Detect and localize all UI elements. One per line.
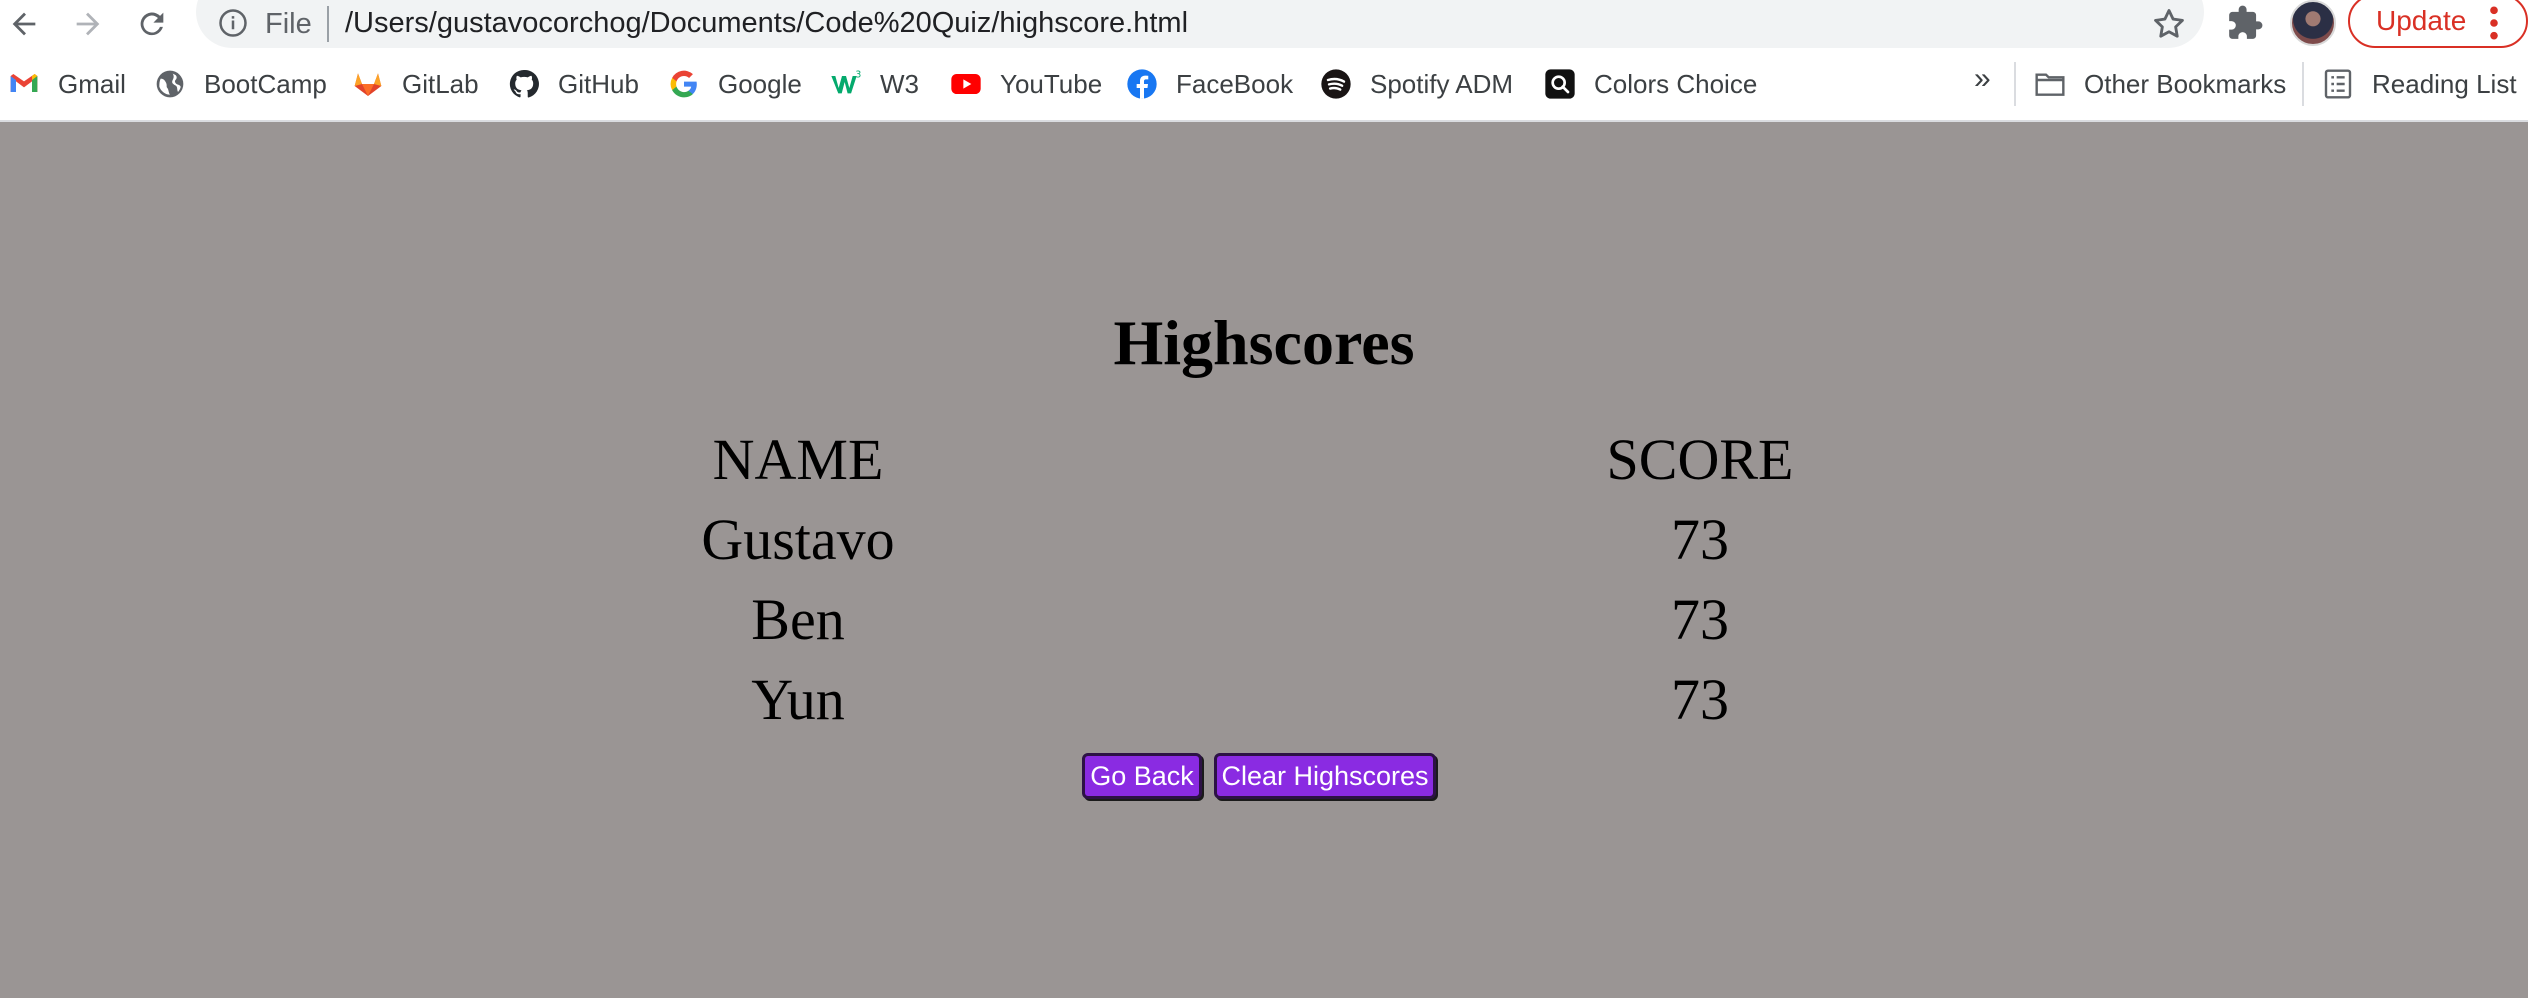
page-content: Highscores NAME SCORE Gustavo 73 Ben 73 …: [0, 122, 2528, 998]
bookmark-label: BootCamp: [204, 68, 327, 99]
table-row-score: 73: [1671, 507, 1729, 572]
bookmark-label: Colors Choice: [1594, 68, 1758, 99]
bookmark-label: GitLab: [402, 68, 479, 99]
star-icon[interactable]: [2150, 5, 2188, 43]
bookmark-label: Gmail: [58, 68, 126, 99]
bookmark-youtube[interactable]: YouTube: [950, 48, 1102, 120]
bookmark-google[interactable]: Google: [668, 48, 802, 120]
bookmark-label: GitHub: [558, 68, 639, 99]
gmail-icon: [10, 74, 38, 92]
table-row-score: 73: [1671, 587, 1729, 652]
update-label: Update: [2376, 5, 2467, 36]
colors-choice-icon: [1545, 69, 1575, 99]
svg-text:3: 3: [855, 69, 861, 80]
arrow-right-icon: [76, 12, 100, 36]
reading-list-icon: [2324, 69, 2352, 99]
info-icon[interactable]: [218, 8, 248, 38]
bookmark-label: Other Bookmarks: [2084, 68, 2287, 99]
file-scheme-label: File: [265, 8, 312, 40]
youtube-icon: [951, 74, 981, 94]
bookmark-label: FaceBook: [1176, 68, 1294, 99]
bookmarks-bar: Gmail BootCamp GitLab GitHub Google 3 W3…: [0, 48, 2528, 122]
bookmark-w3[interactable]: 3 W3: [830, 48, 919, 120]
back-button[interactable]: [0, 0, 48, 48]
address-divider: [327, 6, 329, 42]
bookmark-colors-choice[interactable]: Colors Choice: [1544, 48, 1757, 120]
bookmark-github[interactable]: GitHub: [508, 48, 639, 120]
spotify-icon: [1321, 69, 1351, 99]
table-row-name: Yun: [751, 667, 845, 732]
gitlab-icon: [354, 73, 382, 96]
w3-icon: 3: [831, 69, 861, 94]
facebook-icon: [1127, 69, 1157, 99]
clear-highscores-button[interactable]: Clear Highscores: [1214, 753, 1436, 799]
google-icon: [670, 70, 697, 98]
page-title: Highscores: [1113, 307, 1415, 378]
browser-toolbar: File /Users/gustavocorchog/Documents/Cod…: [0, 0, 2528, 48]
bookmark-spotify-adm[interactable]: Spotify ADM: [1320, 48, 1513, 120]
bookmark-label: Reading List: [2372, 68, 2517, 99]
go-back-button[interactable]: Go Back: [1082, 753, 1202, 799]
name-header: NAME: [712, 427, 884, 492]
folder-icon: [2035, 73, 2065, 96]
table-row-name: Gustavo: [701, 507, 895, 572]
update-button[interactable]: Update: [2348, 0, 2528, 48]
url-text[interactable]: /Users/gustavocorchog/Documents/Code%20Q…: [345, 7, 1188, 40]
bookmark-label: Spotify ADM: [1370, 68, 1514, 99]
bookmarks-overflow-button[interactable]: »: [1974, 62, 1991, 96]
profile-avatar[interactable]: [2290, 0, 2336, 46]
bookmark-label: Google: [718, 68, 802, 99]
go-back-label: Go Back: [1090, 760, 1194, 791]
more-vertical-icon[interactable]: [2488, 4, 2500, 42]
bookmark-label: YouTube: [1000, 68, 1103, 99]
score-header: SCORE: [1606, 427, 1794, 492]
bookmark-gitlab[interactable]: GitLab: [352, 48, 479, 120]
github-icon: [509, 69, 539, 98]
bookmark-bootcamp[interactable]: BootCamp: [154, 48, 327, 120]
other-bookmarks[interactable]: Other Bookmarks: [2034, 48, 2286, 120]
clear-highscores-label: Clear Highscores: [1221, 760, 1429, 791]
bookmark-gmail[interactable]: Gmail: [8, 48, 126, 120]
table-row-score: 73: [1671, 667, 1729, 732]
bookmarks-divider: [2014, 62, 2016, 106]
bookmark-facebook[interactable]: FaceBook: [1126, 48, 1293, 120]
bookmarks-divider: [2302, 62, 2304, 106]
puzzle-icon[interactable]: [2226, 4, 2264, 42]
arrow-left-icon: [12, 12, 36, 36]
reload-button[interactable]: [128, 0, 176, 48]
forward-button[interactable]: [64, 0, 112, 48]
reading-list[interactable]: Reading List: [2322, 48, 2517, 120]
reload-icon: [140, 12, 164, 36]
bookmark-label: W3: [880, 68, 919, 99]
globe-icon: [156, 70, 184, 98]
table-row-name: Ben: [751, 587, 845, 652]
